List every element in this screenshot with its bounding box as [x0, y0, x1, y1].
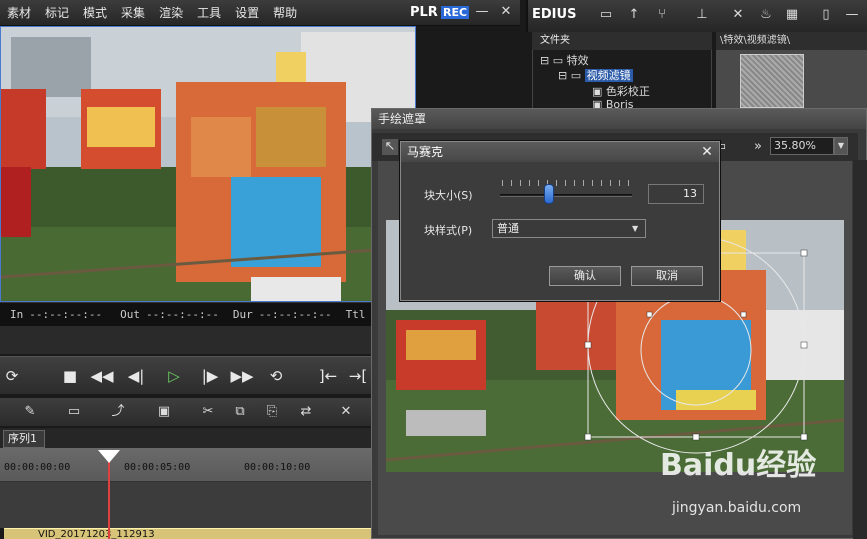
- menu-item-help[interactable]: 帮助: [266, 4, 304, 21]
- ruler-tick: 00:00:05:00: [124, 462, 191, 473]
- timecode-bar: In --:--:--:-- Out --:--:--:-- Dur --:--…: [0, 302, 372, 326]
- effect-thumbnail[interactable]: [740, 54, 804, 108]
- step-forward-icon[interactable]: |▶: [198, 365, 222, 387]
- prev-edit-icon[interactable]: ]←: [316, 365, 340, 387]
- side-scroll-panel[interactable]: [853, 160, 867, 539]
- chevron-down-icon[interactable]: ▼: [834, 137, 848, 155]
- loop-icon[interactable]: ⟳: [0, 365, 24, 387]
- delete-icon[interactable]: ✕: [730, 7, 746, 23]
- cancel-button[interactable]: 取消: [631, 266, 703, 286]
- open-icon[interactable]: ⤴: [108, 402, 128, 422]
- menu-item-material[interactable]: 素材: [0, 4, 38, 21]
- add-filter-icon[interactable]: ⊥: [694, 7, 710, 23]
- transport-bar: ⟳ ■ ◀◀ ◀| ▷ |▶ ▶▶ ⟲ ]← →[: [0, 356, 372, 394]
- properties-icon[interactable]: ▯: [818, 7, 834, 23]
- timeline-ruler[interactable]: 00:00:00:00 00:00:05:00 00:00:10:00: [0, 448, 372, 482]
- tree-item-color-correction[interactable]: ▣ 色彩校正: [592, 83, 650, 99]
- paste-icon[interactable]: ⎘: [262, 402, 282, 422]
- tree-item-label: 色彩校正: [605, 85, 650, 98]
- minimize-icon[interactable]: —: [844, 7, 860, 23]
- path-breadcrumb: \特效\视频滤镜\: [716, 32, 867, 50]
- zoom-fit-icon[interactable]: »: [750, 139, 766, 155]
- next-edit-icon[interactable]: →[: [346, 365, 370, 387]
- new-file-icon[interactable]: ▭: [64, 402, 84, 422]
- wand-icon[interactable]: ✎: [20, 402, 40, 422]
- dur-label: Dur: [232, 308, 253, 321]
- save-icon[interactable]: ▣: [154, 402, 174, 422]
- tree-item-label: 视频滤镜: [584, 69, 633, 82]
- playhead-marker-icon[interactable]: [98, 450, 120, 463]
- close-icon[interactable]: ✕: [498, 4, 514, 20]
- menu-item-mode[interactable]: 模式: [76, 4, 114, 21]
- up-folder-icon[interactable]: ↑: [626, 7, 642, 23]
- monitor-gap: [0, 326, 372, 354]
- track-area[interactable]: [0, 482, 372, 528]
- effect-icon[interactable]: ♨: [758, 7, 774, 23]
- select-arrow-icon[interactable]: ↖: [382, 139, 398, 155]
- playhead-line[interactable]: [108, 452, 110, 539]
- ttl-label: Ttl: [345, 308, 366, 321]
- delete-icon[interactable]: ✕: [336, 402, 356, 422]
- video-clip[interactable]: VID_20171203_112913: [4, 528, 372, 539]
- block-size-input[interactable]: 13: [648, 184, 704, 204]
- cut-icon[interactable]: ✂: [198, 402, 218, 422]
- bin-toolbar: EDIUS ▭ ↑ ⑂ ⊥ ✕ ♨ ▦ ▯ —: [526, 0, 867, 32]
- sequence-tab[interactable]: 序列1: [3, 430, 45, 448]
- chevron-down-icon[interactable]: ▼: [632, 224, 638, 233]
- zoom-field[interactable]: 35.80%: [770, 137, 834, 155]
- watermark-logo: Baidu经验: [660, 448, 817, 483]
- menu-item-capture[interactable]: 采集: [114, 4, 152, 21]
- menu-item-render[interactable]: 渲染: [152, 4, 190, 21]
- fast-forward-icon[interactable]: ▶▶: [230, 365, 254, 387]
- folder-header: 文件夹: [532, 32, 712, 50]
- ok-button[interactable]: 确认: [549, 266, 621, 286]
- block-style-label: 块样式(P): [424, 224, 473, 237]
- ruler-tick: 00:00:00:00: [4, 462, 71, 473]
- loop-play-icon[interactable]: ⟲: [264, 365, 288, 387]
- view-grid-icon[interactable]: ▦: [784, 7, 800, 23]
- rec-label[interactable]: REC: [441, 6, 470, 19]
- in-timecode: --:--:--:--: [29, 308, 103, 321]
- block-style-select[interactable]: 普通: [492, 219, 646, 238]
- tree-icon[interactable]: ⑂: [654, 7, 670, 23]
- dur-timecode: --:--:--:--: [258, 308, 332, 321]
- in-label: In: [10, 308, 24, 321]
- copy-icon[interactable]: ⧉: [230, 402, 250, 422]
- mask-window-title: 手绘遮罩: [372, 109, 866, 129]
- plr-label[interactable]: PLR: [410, 5, 438, 20]
- menu-item-tools[interactable]: 工具: [190, 4, 228, 21]
- edit-toolbar: ✎ ▭ ⤴ ▣ ✂ ⧉ ⎘ ⇄ ✕: [0, 398, 372, 426]
- block-size-slider[interactable]: [500, 194, 632, 197]
- watermark-url: jingyan.baidu.com: [672, 500, 802, 516]
- close-icon[interactable]: ✕: [698, 143, 716, 161]
- preview-image: [1, 27, 415, 301]
- out-timecode: --:--:--:--: [145, 308, 219, 321]
- app-logo: EDIUS: [532, 7, 577, 22]
- folder-icon[interactable]: ▭: [598, 7, 614, 23]
- step-back-icon[interactable]: ◀|: [124, 365, 148, 387]
- stop-icon[interactable]: ■: [58, 365, 82, 387]
- ruler-tick: 00:00:10:00: [244, 462, 311, 473]
- minimize-icon[interactable]: —: [474, 4, 490, 20]
- play-icon[interactable]: ▷: [162, 365, 186, 387]
- menu-item-settings[interactable]: 设置: [228, 4, 266, 21]
- out-label: Out: [120, 308, 140, 321]
- block-size-label: 块大小(S): [424, 189, 473, 202]
- tree-item-label: 特效: [566, 54, 589, 67]
- tree-item-video-filters[interactable]: ⊟ ▭ 视频滤镜: [558, 67, 633, 83]
- mosaic-dialog-title: 马赛克: [401, 142, 719, 162]
- sequence-tab-bar: [0, 428, 372, 448]
- replace-icon[interactable]: ⇄: [296, 402, 316, 422]
- slider-ticks: [502, 180, 630, 186]
- tree-item-effects[interactable]: ⊟ ▭ 特效: [540, 52, 589, 68]
- rewind-icon[interactable]: ◀◀: [90, 365, 114, 387]
- menu-bar: 素材 标记 模式 采集 渲染 工具 设置 帮助 PLR REC — ✕: [0, 0, 520, 26]
- preview-monitor: [0, 26, 416, 302]
- block-size-slider-thumb[interactable]: [544, 184, 554, 204]
- menu-item-marker[interactable]: 标记: [38, 4, 76, 21]
